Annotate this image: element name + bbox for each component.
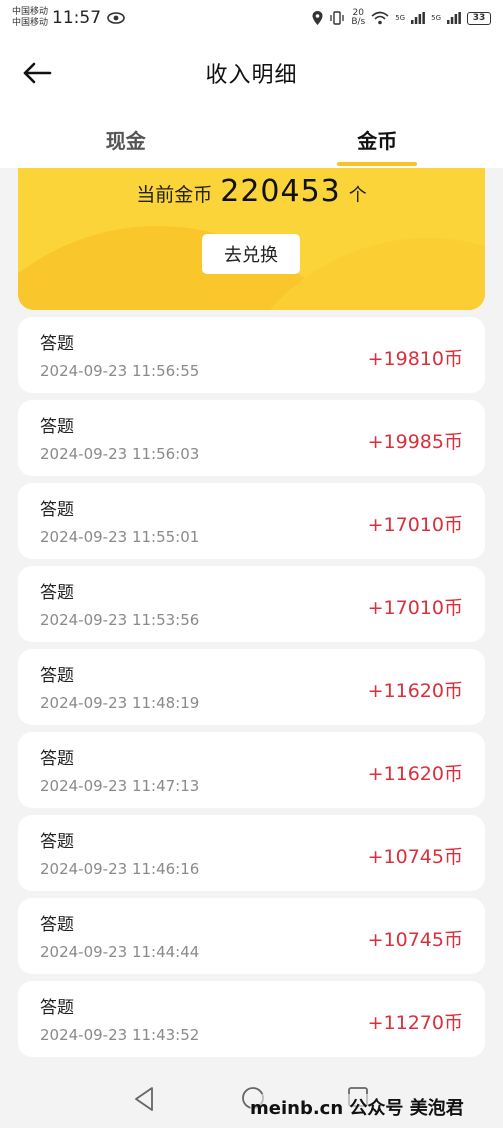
signal-icon [447,12,461,24]
record-time: 2024-09-23 11:47:13 [40,777,200,795]
record-time: 2024-09-23 11:48:19 [40,694,200,712]
status-right: 20 B/s 5G 5G 33 [312,9,491,27]
record-amount: +19810币 [367,348,463,370]
record-time: 2024-09-23 11:55:01 [40,528,200,546]
location-icon [312,11,323,25]
coin-balance-unit: 个 [348,185,367,206]
record-time: 2024-09-23 11:43:52 [40,1026,200,1044]
coin-balance-line: 当前金币 220453 个 [18,174,485,209]
coin-balance-label: 当前金币 [136,184,213,206]
record-title: 答题 [40,832,74,852]
arrow-left-icon[interactable] [22,60,52,86]
record-time: 2024-09-23 11:46:16 [40,860,200,878]
record-title: 答题 [40,500,74,520]
record-title: 答题 [40,666,74,686]
net-speed: 20 B/s [351,9,365,27]
exchange-button[interactable]: 去兑换 [202,234,300,274]
battery-icon: 33 [467,11,491,25]
list-item[interactable]: 答题 2024-09-23 11:44:44 +10745币 [18,898,485,974]
record-amount: +17010币 [367,514,463,536]
list-item[interactable]: 答题 2024-09-23 11:55:01 +17010币 [18,483,485,559]
tab-coins[interactable]: 金币 [252,110,503,168]
record-title: 答题 [40,334,74,354]
record-title: 答题 [40,915,74,935]
carrier-stack: 中国移动 中国移动 [12,7,48,29]
status-time: 11:57 [52,8,102,28]
eye-icon [107,12,125,24]
record-amount: +11270币 [367,1012,463,1034]
watermark-text: meinb.cn 公众号 美泡君 [250,1094,464,1120]
signal-1-label: 5G [395,14,406,22]
tab-bar: 现金 金币 [0,110,503,168]
record-amount: +11620币 [367,680,463,702]
vibrate-icon [330,11,344,25]
list-item[interactable]: 答题 2024-09-23 11:47:13 +11620币 [18,732,485,808]
tab-coins-label: 金币 [357,128,398,153]
list-item[interactable]: 答题 2024-09-23 11:48:19 +11620币 [18,649,485,725]
record-title: 答题 [40,998,74,1018]
record-time: 2024-09-23 11:53:56 [40,611,200,629]
list-item[interactable]: 答题 2024-09-23 11:43:52 +11270币 [18,981,485,1057]
record-amount: +10745币 [367,929,463,951]
list-item[interactable]: 答题 2024-09-23 11:53:56 +17010币 [18,566,485,642]
header: 收入明细 [0,36,503,110]
status-bar: 中国移动 中国移动 11:57 20 B/s 5G 5G 33 [0,0,503,36]
tab-cash-label: 现金 [105,128,146,153]
record-time: 2024-09-23 11:56:55 [40,362,200,380]
battery-level: 33 [472,13,486,23]
record-title: 答题 [40,749,74,769]
exchange-button-label: 去兑换 [224,245,278,266]
tab-cash[interactable]: 现金 [0,110,252,168]
list-item[interactable]: 答题 2024-09-23 11:56:55 +19810币 [18,317,485,393]
page-title: 收入明细 [205,63,298,88]
record-amount: +10745币 [367,846,463,868]
coin-balance-card: 当前金币 220453 个 去兑换 [18,168,485,310]
net-speed-unit: B/s [351,17,366,27]
record-title: 答题 [40,583,74,603]
list-item[interactable]: 答题 2024-09-23 11:56:03 +19985币 [18,400,485,476]
carrier-label-1: 中国移动 [12,7,49,17]
triangle-back-icon[interactable] [133,1086,155,1112]
signal-2-label: 5G [431,14,441,22]
wifi-icon [371,11,389,25]
record-amount: +17010币 [367,597,463,619]
coin-balance-value: 220453 [220,174,341,209]
record-time: 2024-09-23 11:56:03 [40,445,200,463]
record-time: 2024-09-23 11:44:44 [40,943,200,961]
carrier-label-2: 中国移动 [12,18,49,28]
record-amount: +19985币 [367,431,463,453]
list-item[interactable]: 答题 2024-09-23 11:46:16 +10745币 [18,815,485,891]
record-amount: +11620币 [367,763,463,785]
signal-icon [411,12,426,24]
record-title: 答题 [40,417,74,437]
